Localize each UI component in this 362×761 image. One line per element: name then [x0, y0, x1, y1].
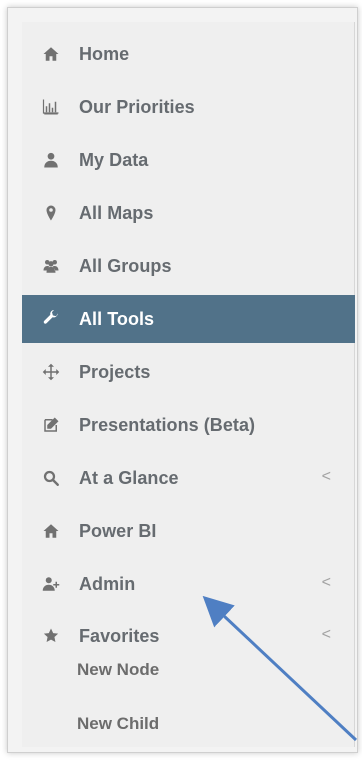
- submenu-item-label: New Child: [77, 714, 160, 733]
- sidebar-item-admin[interactable]: Admin <: [22, 560, 355, 608]
- sidebar-item-home[interactable]: Home: [22, 30, 355, 78]
- submenu-item-label: New Node: [77, 660, 160, 679]
- sidebar-item-label: Projects: [79, 361, 151, 382]
- sidebar-item-our-priorities[interactable]: Our Priorities: [22, 83, 355, 131]
- sidebar-item-my-data[interactable]: My Data: [22, 136, 355, 184]
- sidebar-item-label: My Data: [79, 149, 149, 170]
- chevron-left-icon[interactable]: <: [322, 574, 331, 592]
- sidebar-item-all-groups[interactable]: All Groups: [22, 242, 355, 290]
- sidebar-nav: Home Our Priorities My Data All Maps All: [22, 22, 355, 747]
- sidebar-item-presentations[interactable]: Presentations (Beta): [22, 401, 355, 449]
- edit-icon: [41, 415, 61, 435]
- sidebar-item-power-bi[interactable]: Power BI: [22, 507, 355, 555]
- submenu-item-new-child[interactable]: New Child: [77, 704, 159, 744]
- sidebar-item-label: At a Glance: [79, 467, 179, 488]
- sidebar-item-label: All Tools: [79, 308, 155, 329]
- sidebar-item-all-maps[interactable]: All Maps: [22, 189, 355, 237]
- user-icon: [41, 150, 61, 170]
- screenshot-frame: Home Our Priorities My Data All Maps All: [7, 7, 358, 753]
- move-icon: [41, 362, 61, 382]
- wrench-icon: [41, 309, 61, 329]
- sidebar-item-label: All Groups: [79, 255, 172, 276]
- sidebar-item-all-tools[interactable]: All Tools: [22, 295, 355, 343]
- home-icon: [41, 521, 61, 541]
- sidebar-item-at-a-glance[interactable]: At a Glance <: [22, 454, 355, 502]
- user-plus-icon: [41, 574, 61, 594]
- sidebar-item-label: Power BI: [79, 520, 157, 541]
- chevron-left-icon[interactable]: <: [322, 468, 331, 486]
- sidebar-item-label: Our Priorities: [79, 96, 195, 117]
- sidebar-item-projects[interactable]: Projects: [22, 348, 355, 396]
- star-icon: [41, 626, 61, 646]
- chevron-left-icon[interactable]: <: [322, 626, 331, 644]
- search-icon: [41, 468, 61, 488]
- sidebar-item-label: Admin: [79, 573, 136, 594]
- sidebar-item-label: All Maps: [79, 202, 154, 223]
- bar-chart-icon: [41, 97, 61, 117]
- submenu-item-new-node[interactable]: New Node: [77, 650, 159, 690]
- map-pin-icon: [41, 203, 61, 223]
- sidebar-item-label: Home: [79, 43, 130, 64]
- home-icon: [41, 44, 61, 64]
- users-icon: [41, 256, 61, 276]
- sidebar-item-label: Presentations (Beta): [79, 414, 256, 435]
- sidebar-item-favorites[interactable]: Favorites <: [22, 612, 355, 660]
- sidebar-item-label: Favorites: [79, 625, 160, 646]
